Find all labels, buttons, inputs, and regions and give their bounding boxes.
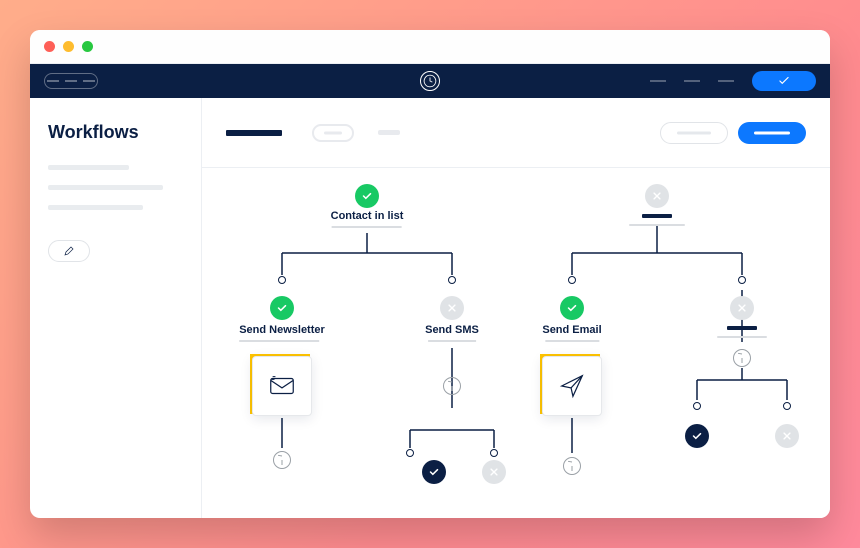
clock-icon: [273, 451, 291, 469]
connector-node: [406, 449, 414, 457]
node-newsletter-card[interactable]: [252, 356, 312, 416]
node-newsletter-label: Send Newsletter: [239, 324, 325, 342]
nav-right: [650, 71, 816, 91]
top-nav: [30, 64, 830, 98]
sidebar-title: Workflows: [48, 122, 183, 143]
placeholder-underline: [629, 224, 685, 226]
maximize-icon[interactable]: [82, 41, 93, 52]
check-icon: [422, 460, 446, 484]
content: Workflows: [30, 98, 830, 518]
connector-node: [568, 276, 576, 284]
tab-tertiary[interactable]: [378, 130, 400, 135]
toolbar-primary-button[interactable]: [738, 122, 806, 144]
brand-logo-icon[interactable]: [420, 71, 440, 91]
connector-node: [448, 276, 456, 284]
close-icon: [440, 296, 464, 320]
connector-node: [738, 276, 746, 284]
sidebar-item[interactable]: [48, 165, 129, 170]
close-icon: [730, 296, 754, 320]
check-icon: [270, 296, 294, 320]
window-controls: [44, 41, 93, 52]
node-sms-label: Send SMS: [425, 324, 479, 342]
nav-link-1[interactable]: [650, 80, 666, 82]
check-icon: [355, 184, 379, 208]
connector-node: [693, 402, 701, 410]
node-email-card[interactable]: [542, 356, 602, 416]
sidebar-item[interactable]: [48, 205, 143, 210]
brand-mark[interactable]: [44, 73, 98, 89]
close-icon: [645, 184, 669, 208]
connector-node: [783, 402, 791, 410]
toolbar-secondary-button[interactable]: [660, 122, 728, 144]
close-icon[interactable]: [44, 41, 55, 52]
workflow-canvas[interactable]: Contact in list Send Newsletter: [202, 168, 830, 518]
sidebar-edit-button[interactable]: [48, 240, 90, 262]
window-titlebar: [30, 30, 830, 64]
tab-active[interactable]: [226, 130, 282, 136]
placeholder-label: [727, 326, 757, 330]
toolbar: [202, 98, 830, 168]
close-icon: [482, 460, 506, 484]
placeholder-underline: [717, 336, 767, 338]
node-email-label: Send Email: [542, 324, 601, 342]
main-area: Contact in list Send Newsletter: [202, 98, 830, 518]
clock-icon: [563, 457, 581, 475]
sidebar-item[interactable]: [48, 185, 163, 190]
nav-confirm-button[interactable]: [752, 71, 816, 91]
connector-node: [278, 276, 286, 284]
app-window: Workflows: [30, 30, 830, 518]
nav-link-2[interactable]: [684, 80, 700, 82]
check-icon: [685, 424, 709, 448]
sidebar: Workflows: [30, 98, 202, 518]
node-contact-label: Contact in list: [331, 210, 404, 228]
clock-icon: [443, 377, 461, 395]
minimize-icon[interactable]: [63, 41, 74, 52]
check-icon: [560, 296, 584, 320]
tab-secondary[interactable]: [312, 124, 354, 142]
clock-icon: [733, 349, 751, 367]
nav-link-3[interactable]: [718, 80, 734, 82]
close-icon: [775, 424, 799, 448]
connector-node: [490, 449, 498, 457]
placeholder-label: [642, 214, 672, 218]
